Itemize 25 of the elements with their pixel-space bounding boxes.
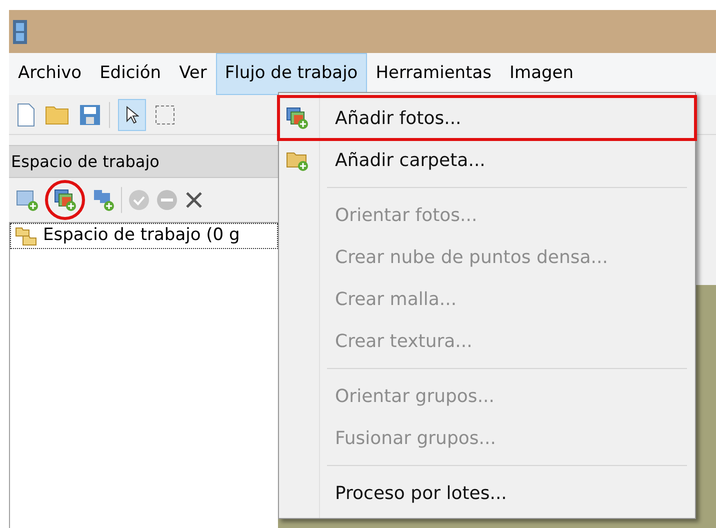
save-icon[interactable] — [79, 104, 101, 126]
open-folder-icon[interactable] — [45, 104, 71, 126]
rectangle-select-icon[interactable] — [154, 104, 176, 126]
check-icon[interactable] — [128, 189, 150, 211]
menu-item[interactable]: Añadir fotos... — [279, 97, 695, 139]
menu-bar-item[interactable]: Archivo — [9, 53, 91, 95]
menu-bar-item[interactable]: Flujo de trabajo — [216, 53, 367, 95]
photos-add-icon[interactable] — [53, 188, 77, 212]
photos-add-icon[interactable] — [285, 106, 309, 130]
tree-item[interactable]: Espacio de trabajo (0 g — [10, 223, 278, 249]
new-document-icon[interactable] — [15, 102, 37, 126]
menu-bar-item[interactable]: Ver — [170, 53, 216, 95]
chunk-add-icon[interactable] — [15, 188, 39, 212]
film-icon — [13, 20, 27, 44]
folders-icon — [15, 226, 37, 246]
menu-item[interactable]: Añadir carpeta... — [279, 139, 695, 181]
panel-header: Espacio de trabajo — [9, 145, 278, 178]
pointer-tool[interactable] — [118, 98, 146, 130]
menu-bar-item[interactable]: Herramientas — [366, 53, 501, 95]
markers-add-icon[interactable] — [91, 188, 115, 212]
menu-bar-item[interactable]: Imagen — [500, 53, 583, 95]
cursor-icon — [125, 106, 139, 124]
menu-bar-item[interactable]: Edición — [90, 53, 170, 95]
menu-item[interactable]: Proceso por lotes... — [279, 472, 695, 514]
close-icon[interactable] — [184, 190, 204, 210]
